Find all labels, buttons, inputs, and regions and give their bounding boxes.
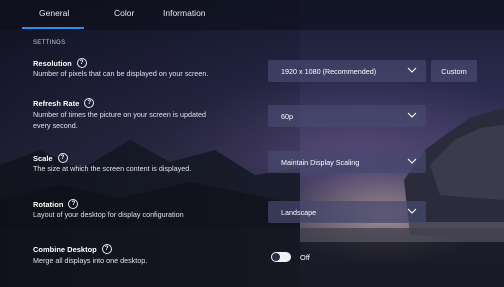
- combine-desktop-toggle[interactable]: [271, 252, 291, 262]
- tab-information[interactable]: Information: [163, 8, 206, 18]
- tab-bar: General Color Information: [0, 0, 504, 30]
- rotation-row-title: Rotation ?: [33, 199, 79, 209]
- refresh-rate-desc-line1: Number of times the picture on your scre…: [33, 110, 206, 119]
- tab-general[interactable]: General: [39, 8, 69, 18]
- refresh-rate-title: Refresh Rate: [33, 98, 80, 108]
- chevron-down-icon: [407, 158, 417, 164]
- resolution-description: Number of pixels that can be displayed o…: [33, 69, 209, 78]
- resolution-row-title: Resolution ?: [33, 58, 87, 68]
- combine-desktop-state: Off: [300, 253, 310, 262]
- rotation-title: Rotation: [33, 199, 64, 209]
- rotation-value: Landscape: [281, 208, 317, 217]
- combine-desktop-row-title: Combine Desktop ?: [33, 244, 112, 254]
- app-window: General Color Information SETTINGS Resol…: [0, 0, 504, 287]
- refresh-rate-dropdown[interactable]: 60p: [268, 105, 426, 127]
- tab-color[interactable]: Color: [114, 8, 134, 18]
- scale-value: Maintain Display Scaling: [281, 158, 360, 167]
- rotation-description: Layout of your desktop for display confi…: [33, 210, 184, 219]
- custom-resolution-button[interactable]: Custom: [431, 60, 477, 82]
- refresh-rate-help-icon[interactable]: ?: [84, 98, 95, 108]
- chevron-down-icon: [407, 112, 417, 118]
- chevron-down-icon: [407, 67, 417, 73]
- combine-desktop-description: Merge all displays into one desktop.: [33, 256, 148, 265]
- scale-dropdown[interactable]: Maintain Display Scaling: [268, 151, 426, 173]
- toggle-knob: [272, 253, 280, 261]
- resolution-value: 1920 x 1080 (Recommended): [281, 67, 377, 76]
- resolution-dropdown[interactable]: 1920 x 1080 (Recommended): [268, 60, 426, 82]
- active-tab-indicator: [22, 27, 84, 29]
- scale-title: Scale: [33, 153, 53, 163]
- refresh-rate-desc-line2: every second.: [33, 121, 78, 130]
- refresh-rate-value: 60p: [281, 112, 293, 121]
- scale-help-icon[interactable]: ?: [57, 153, 68, 163]
- section-title: SETTINGS: [33, 40, 66, 46]
- refresh-rate-row-title: Refresh Rate ?: [33, 98, 95, 108]
- rotation-help-icon[interactable]: ?: [68, 199, 79, 209]
- scale-row-title: Scale ?: [33, 153, 68, 163]
- rotation-dropdown[interactable]: Landscape: [268, 201, 426, 223]
- resolution-help-icon[interactable]: ?: [76, 58, 87, 68]
- combine-desktop-help-icon[interactable]: ?: [101, 244, 112, 254]
- resolution-title: Resolution: [33, 58, 72, 68]
- scale-description: The size at which the screen content is …: [33, 164, 192, 173]
- refresh-rate-description: Number of times the picture on your scre…: [33, 109, 206, 131]
- chevron-down-icon: [407, 208, 417, 214]
- combine-desktop-title: Combine Desktop: [33, 244, 97, 254]
